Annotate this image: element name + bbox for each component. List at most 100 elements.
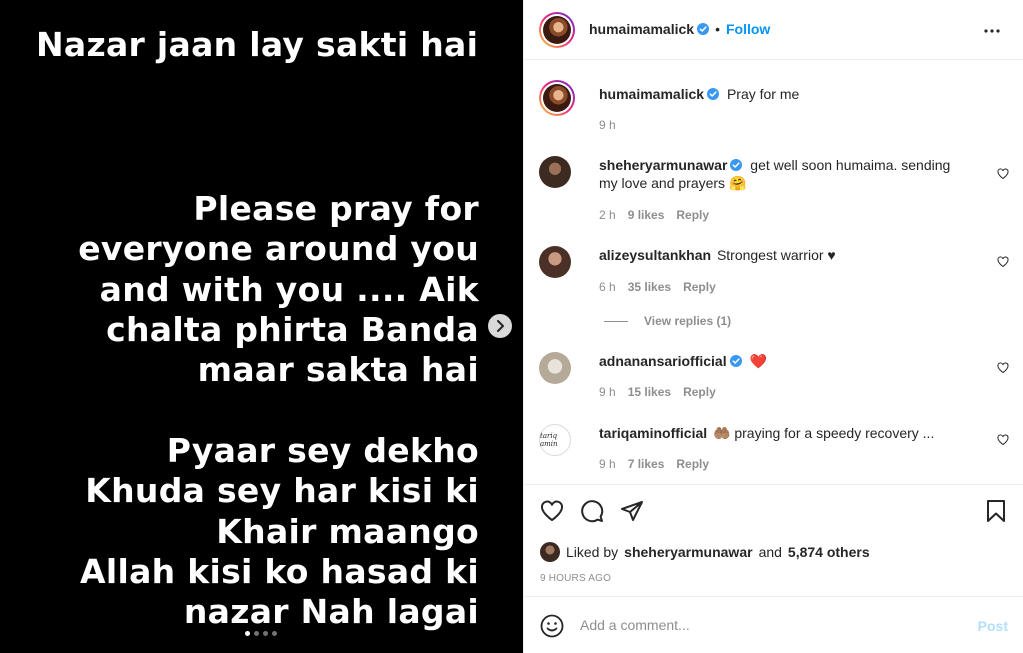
verified-badge-icon [697,23,710,35]
comment-text: 🤲🏽 praying for a speedy recovery ... [713,425,935,441]
caption-body: humaimamalick Pray for me [599,85,969,103]
post-media[interactable]: Nazar jaan lay sakti hai Please pray for… [0,0,523,653]
like-comment-heart-icon[interactable] [997,434,1009,446]
carousel-next-button[interactable] [488,314,512,338]
media-line: Pyaar sey dekho [166,431,479,470]
carousel-dot [272,631,277,636]
emoji-icon[interactable] [540,614,564,638]
comment-body: alizeysultankhan Strongest warrior ♥ [599,246,969,264]
comment-bubble-icon[interactable] [580,499,604,523]
comment-item: alizeysultankhan Strongest warrior ♥ 6 h… [539,246,1009,306]
verified-badge-icon [707,88,720,100]
comment-body: adnanansariofficial ❤️ [599,352,969,370]
author-avatar[interactable] [539,12,575,48]
comment-input[interactable] [580,613,950,637]
comment-likes[interactable]: 35 likes [628,280,671,294]
media-line: and with you .... Aik [99,269,479,309]
liked-by-user[interactable]: sheheryarmunawar [624,544,752,560]
comment-avatar[interactable] [539,156,571,188]
avatar-logo-text: tariq amin [540,432,558,448]
comments-list[interactable]: humaimamalick Pray for me 9 h sheheryarm… [524,60,1023,484]
comment-likes[interactable]: 7 likes [628,457,665,471]
likes-count-link[interactable]: 5,874 others [788,544,870,560]
media-text-block-1: Please pray for everyone around you and … [78,189,479,390]
reply-button[interactable]: Reply [683,280,716,294]
chevron-right-icon [497,320,504,332]
comment-item: tariq amin tariqaminofficial 🤲🏽 praying … [539,424,1009,474]
comment-item: adnanansariofficial ❤️ 9 h 15 likes Repl… [539,352,1009,402]
media-text-block-2: Pyaar sey dekho Khuda sey har kisi ki Kh… [80,431,479,632]
carousel-indicator [245,631,277,636]
comment-avatar[interactable] [539,352,571,384]
like-comment-heart-icon[interactable] [997,168,1009,180]
carousel-dot [245,631,250,636]
comment-username[interactable]: tariqaminofficial [599,425,707,441]
divider-line [604,320,628,322]
liked-by-avatar[interactable] [540,542,560,562]
verified-badge-icon [729,355,742,367]
comment-text: ❤️ [749,353,767,369]
comment-body: sheheryarmunawar get well soon humaima. … [599,156,969,192]
view-replies-button[interactable]: View replies (1) [604,314,731,328]
comment-username[interactable]: adnanansariofficial [599,353,727,369]
like-comment-heart-icon[interactable] [997,362,1009,374]
carousel-dot [254,631,259,636]
comment-username[interactable]: sheheryarmunawar [599,157,727,173]
comment-likes[interactable]: 9 likes [628,208,665,222]
caption-text: Pray for me [726,86,800,102]
comment-avatar[interactable]: tariq amin [539,424,571,456]
verified-badge-icon [730,159,743,171]
more-options-icon[interactable] [980,19,1004,43]
comment-time: 9 h [599,457,616,471]
follow-button[interactable]: Follow [726,21,770,37]
comment-time: 6 h [599,280,616,294]
save-bookmark-icon[interactable] [984,499,1008,523]
comment-username[interactable]: alizeysultankhan [599,247,711,263]
liked-by-prefix: Liked by [566,544,619,560]
reply-button[interactable]: Reply [683,385,716,399]
liked-by-and: and [758,544,782,560]
comment-text: Strongest warrior ♥ [716,247,836,263]
post-actions: Liked by sheheryarmunawar and 5,874 othe… [524,484,1023,596]
separator-dot: • [715,21,720,37]
caption-row: humaimamalick Pray for me 9 h [539,80,1009,140]
media-line: maar sakta hai [197,350,479,390]
add-comment-bar: Post [524,596,1023,653]
like-heart-icon[interactable] [540,499,564,523]
carousel-dot [263,631,268,636]
author-username[interactable]: humaimamalick [589,21,694,37]
header-user: humaimamalick • Follow [589,21,770,37]
post-header: humaimamalick • Follow [524,0,1023,60]
liked-by-summary: Liked by sheheryarmunawar and 5,874 othe… [540,542,870,562]
caption-avatar[interactable] [539,80,575,116]
media-line: Please pray for [193,189,479,228]
media-line: Khair maango [216,511,479,551]
comment-time: 2 h [599,208,616,222]
media-line: Allah kisi ko hasad ki [80,551,479,591]
caption-meta: 9 h [599,118,616,132]
post-sidebar: humaimamalick • Follow humaimamalick Pra… [523,0,1023,653]
comment-meta: 2 h 9 likes Reply [599,208,709,222]
media-line: nazar Nah lagai [183,592,479,632]
share-paper-plane-icon[interactable] [620,499,644,523]
like-comment-heart-icon[interactable] [997,256,1009,268]
comment-meta: 6 h 35 likes Reply [599,280,716,294]
comment-item: sheheryarmunawar get well soon humaima. … [539,156,1009,226]
post-modal: Nazar jaan lay sakti hai Please pray for… [0,0,1023,653]
comment-meta: 9 h 7 likes Reply [599,457,709,471]
view-replies-label: View replies (1) [644,314,732,328]
media-line: chalta phirta Banda [106,309,479,349]
caption-username[interactable]: humaimamalick [599,86,704,102]
reply-button[interactable]: Reply [676,457,709,471]
comment-time: 9 h [599,385,616,399]
comment-avatar[interactable] [539,246,571,278]
comment-body: tariqaminofficial 🤲🏽 praying for a speed… [599,424,969,442]
comment-meta: 9 h 15 likes Reply [599,385,716,399]
media-line: Khuda sey har kisi ki [85,471,479,511]
reply-button[interactable]: Reply [676,208,709,222]
comment-likes[interactable]: 15 likes [628,385,671,399]
media-line: everyone around you [78,229,479,269]
post-timestamp[interactable]: 9 HOURS AGO [540,573,611,584]
media-title-line: Nazar jaan lay sakti hai [36,25,479,64]
post-comment-button[interactable]: Post [978,618,1008,634]
